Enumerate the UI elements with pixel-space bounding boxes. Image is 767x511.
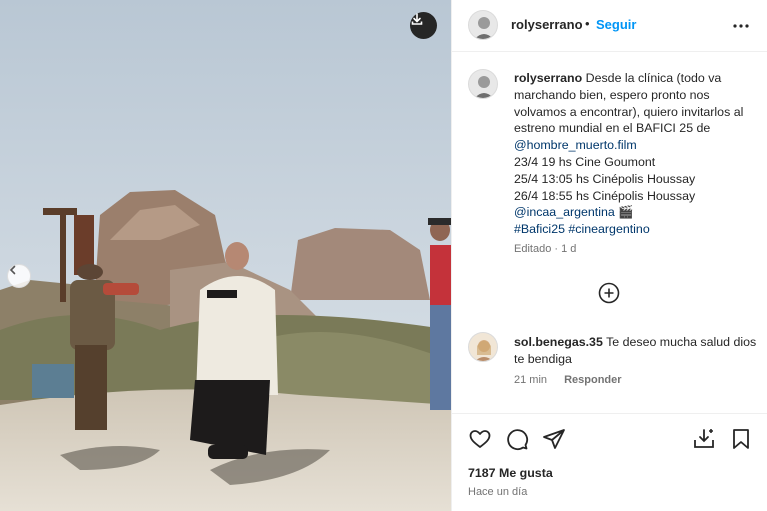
comment-button[interactable] bbox=[505, 427, 529, 451]
more-options-button[interactable] bbox=[730, 15, 752, 37]
plus-circle-icon bbox=[598, 282, 620, 304]
caption-edited-meta: Editado · 1 d bbox=[514, 243, 577, 255]
avatar-portrait bbox=[469, 11, 497, 39]
save-to-collection-icon bbox=[694, 429, 714, 448]
caption-text-line: marchando bien, espero pronto nos bbox=[514, 87, 710, 102]
commenter-username[interactable]: sol.benegas.35 bbox=[514, 335, 603, 349]
comment-time: 21 min bbox=[514, 374, 548, 386]
comment-meta: 21 min Responder bbox=[514, 374, 636, 386]
load-more-comments-button[interactable] bbox=[598, 282, 620, 304]
screening-line: 26/4 18:55 hs Cinépolis Houssay bbox=[514, 188, 696, 203]
caption-text-line: BAFICI 25 de bbox=[635, 121, 711, 136]
download-button[interactable] bbox=[410, 12, 437, 39]
screening-line: 25/4 13:05 hs Cinépolis Houssay bbox=[514, 171, 696, 186]
hashtags-link[interactable]: #Bafici25 #cineargentino bbox=[514, 222, 650, 236]
post-caption: rolyserrano Desde la clínica (todo va ma… bbox=[514, 70, 760, 238]
like-button[interactable] bbox=[468, 427, 492, 451]
heart-icon bbox=[469, 430, 491, 448]
comments-section: rolyserrano Desde la clínica (todo va ma… bbox=[452, 53, 767, 411]
avatar-portrait bbox=[469, 70, 497, 98]
likes-count[interactable]: 7187 Me gusta bbox=[468, 466, 553, 480]
save-to-collection-button[interactable] bbox=[692, 427, 716, 451]
caption-text-line: Desde la clínica (todo va bbox=[585, 71, 722, 85]
share-icon bbox=[543, 429, 565, 449]
share-button[interactable] bbox=[542, 427, 566, 451]
clapper-emoji: 🎬 bbox=[618, 205, 634, 220]
mention-film-link[interactable]: @hombre_muerto.film bbox=[514, 138, 637, 152]
caption-username[interactable]: rolyserrano bbox=[514, 71, 582, 85]
post-header: rolyserrano • Seguir bbox=[452, 0, 767, 52]
caption-author-avatar[interactable] bbox=[468, 69, 498, 99]
screening-line: 23/4 19 hs Cine Goumont bbox=[514, 154, 656, 169]
bookmark-icon bbox=[733, 429, 749, 449]
reply-button[interactable]: Responder bbox=[564, 374, 621, 386]
author-username[interactable]: rolyserrano bbox=[511, 17, 583, 32]
avatar-portrait bbox=[469, 333, 497, 361]
post-timestamp: Hace un día bbox=[468, 486, 528, 498]
follow-button[interactable]: Seguir bbox=[596, 17, 636, 32]
comment-body: sol.benegas.35 Te deseo mucha salud dios… bbox=[514, 334, 760, 368]
previous-image-button[interactable] bbox=[7, 264, 31, 288]
post-actions: 7187 Me gusta Hace un día bbox=[452, 413, 767, 511]
post-image bbox=[0, 0, 451, 511]
comment-icon bbox=[507, 429, 529, 451]
chevron-left-icon bbox=[9, 265, 16, 275]
caption-text-line: volvamos a encontrar), quiero bbox=[514, 104, 678, 119]
mention-incaa-link[interactable]: @incaa_argentina bbox=[514, 205, 615, 219]
bookmark-button[interactable] bbox=[729, 427, 753, 451]
commenter-avatar[interactable] bbox=[468, 332, 498, 362]
author-avatar[interactable] bbox=[468, 10, 498, 40]
film-still-illustration bbox=[0, 0, 451, 511]
more-horizontal-icon bbox=[733, 24, 749, 28]
download-icon bbox=[411, 13, 423, 25]
post-details-panel: rolyserrano • Seguir rolyserrano Desde l… bbox=[451, 0, 767, 511]
header-separator: • bbox=[585, 16, 590, 31]
